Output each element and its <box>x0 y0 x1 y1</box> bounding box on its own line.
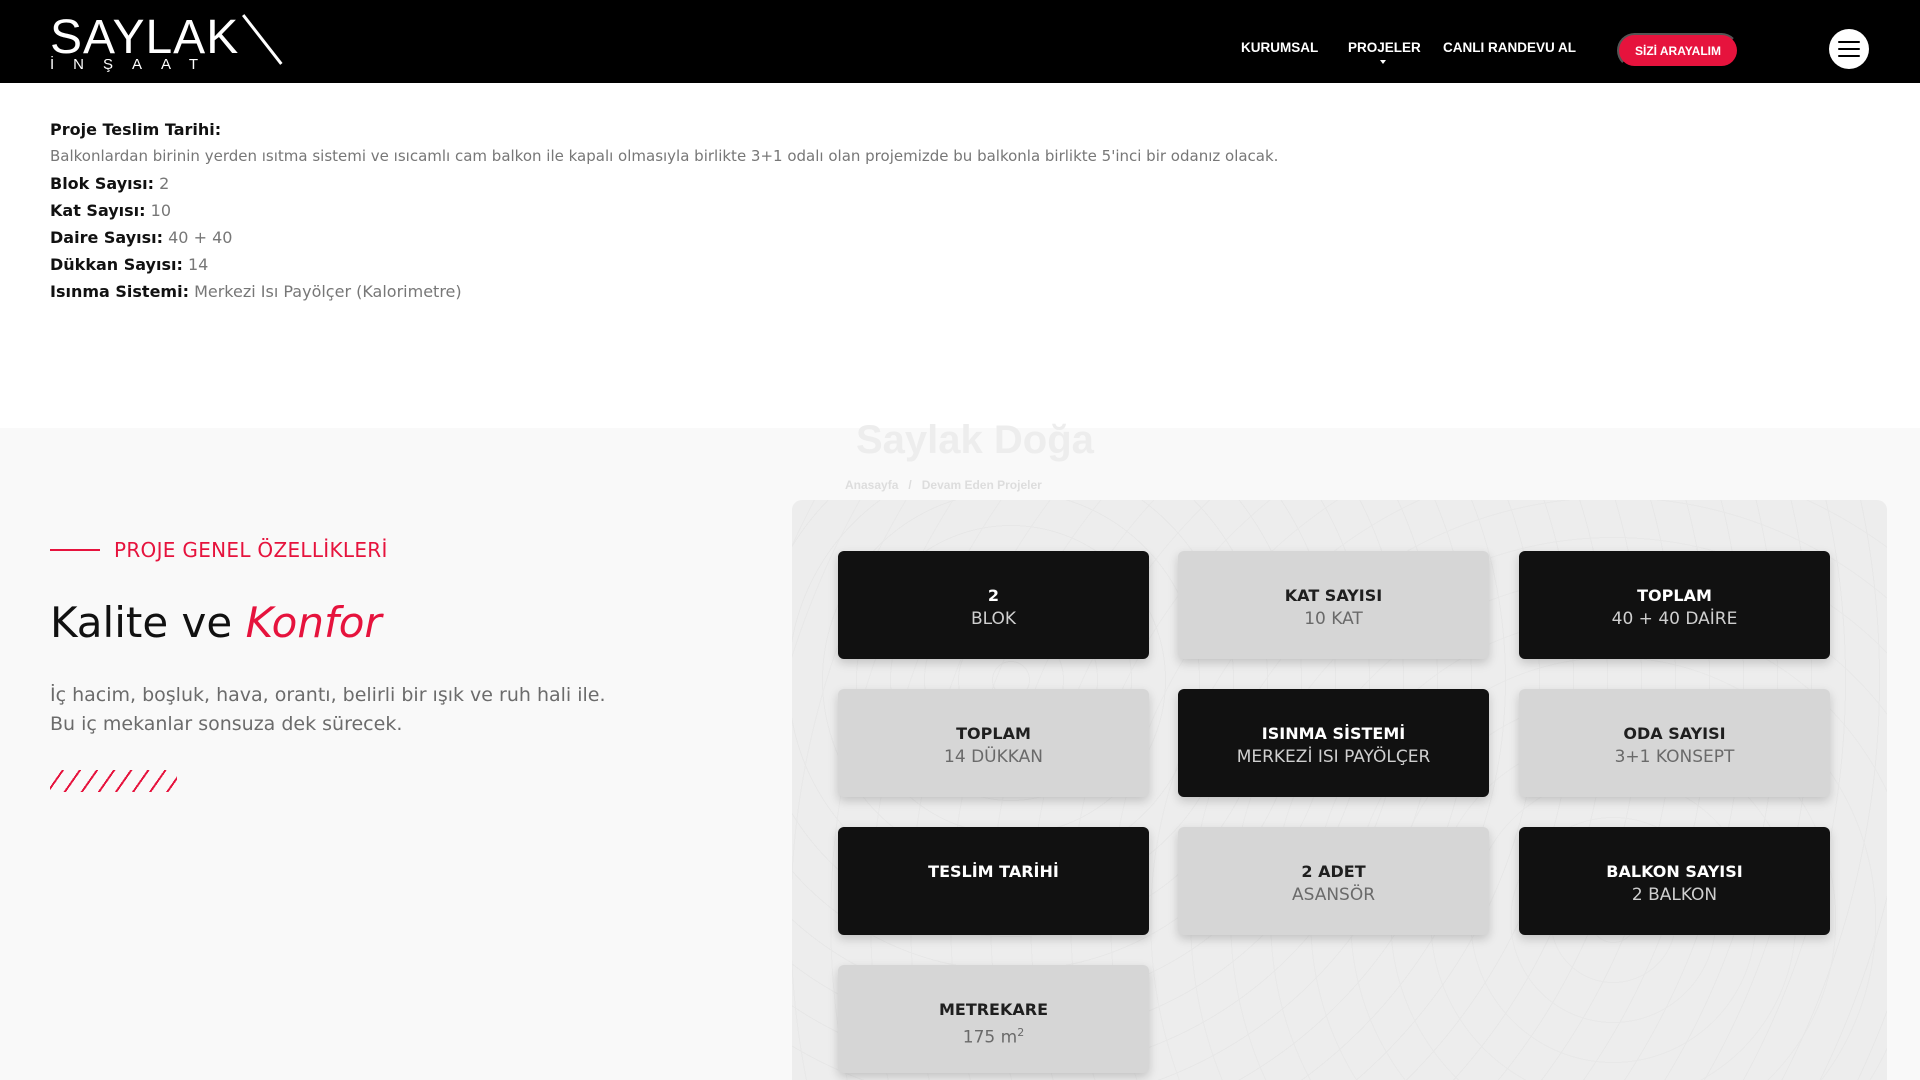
info-label: Blok Sayısı: <box>50 174 155 193</box>
info-label: Kat Sayısı: <box>50 201 146 220</box>
card-subtitle: ASANSÖR <box>1291 885 1376 905</box>
feature-card-floors: KAT SAYISI 10 KAT <box>1178 551 1489 659</box>
eyebrow-text: PROJE GENEL ÖZELLİKLERİ <box>114 538 388 562</box>
info-apartment-count: Daire Sayısı: 40 + 40 <box>50 224 1450 251</box>
info-value: 2 <box>159 174 170 193</box>
card-subtitle: 2 BALKON <box>1631 885 1718 905</box>
card-title: ODA SAYISI <box>1623 724 1726 743</box>
nav-kurumsal[interactable]: KURUMSAL <box>1241 40 1318 55</box>
feature-card-shops: TOPLAM 14 DÜKKAN <box>838 689 1149 797</box>
ghost-page-title: Saylak Doğa <box>856 418 1094 462</box>
decorative-stripes <box>50 770 177 792</box>
feature-card-apartments: TOPLAM 40 + 40 DAİRE <box>1519 551 1830 659</box>
card-title: TESLİM TARİHİ <box>928 862 1059 881</box>
info-block-count: Blok Sayısı: 2 <box>50 170 1450 197</box>
card-subtitle: 10 KAT <box>1304 609 1363 629</box>
section-lead: İç hacim, boşluk, hava, orantı, belirli … <box>50 684 606 735</box>
card-subtitle: 40 + 40 DAİRE <box>1611 609 1738 629</box>
card-title: ISINMA SİSTEMİ <box>1261 724 1406 743</box>
breadcrumb-separator: / <box>908 478 912 492</box>
logo-subtitle: İNŞAAT <box>50 56 218 73</box>
info-value: 10 <box>150 201 172 220</box>
menu-line <box>1838 55 1860 57</box>
headline-plain: Kalite ve <box>50 598 233 647</box>
eyebrow-line <box>50 549 100 551</box>
feature-card-rooms: ODA SAYISI 3+1 KONSEPT <box>1519 689 1830 797</box>
card-title: 2 ADET <box>1301 862 1366 881</box>
features-panel: 2 BLOK KAT SAYISI 10 KAT TOPLAM 40 + 40 … <box>792 500 1887 1080</box>
menu-line <box>1838 48 1860 50</box>
feature-card-block: 2 BLOK <box>838 551 1149 659</box>
caret-down-icon <box>1380 60 1386 64</box>
card-title: METREKARE <box>938 1000 1049 1019</box>
info-label: Dükkan Sayısı: <box>50 255 183 274</box>
headline-accent: Konfor <box>245 598 382 647</box>
card-subtitle: MERKEZİ ISI PAYÖLÇER <box>1236 747 1431 767</box>
site-header: SAYLAK İNŞAAT KURUMSAL PROJELER CANLI RA… <box>0 0 1920 83</box>
card-subtitle: BLOK <box>970 609 1017 629</box>
call-me-button[interactable]: SİZİ ARAYALIM <box>1617 33 1739 68</box>
logo-slash-mark <box>242 14 283 65</box>
breadcrumb-current: Devam Eden Projeler <box>921 478 1042 492</box>
info-value: 40 + 40 <box>168 228 233 247</box>
info-value: 14 <box>187 255 209 274</box>
card-title: TOPLAM <box>956 724 1031 743</box>
info-delivery-date: Proje Teslim Tarihi: <box>50 116 1450 143</box>
info-label: Daire Sayısı: <box>50 228 164 247</box>
nav-projeler[interactable]: PROJELER <box>1348 40 1421 55</box>
feature-card-area: METREKARE 175 m2 <box>838 965 1149 1073</box>
feature-card-balcony: BALKON SAYISI 2 BALKON <box>1519 827 1830 935</box>
card-title: BALKON SAYISI <box>1606 862 1743 881</box>
section-headline: Kalite ve Konfor <box>50 598 382 647</box>
project-info: Proje Teslim Tarihi: Balkonlardan birini… <box>50 116 1450 305</box>
feature-card-delivery: TESLİM TARİHİ <box>838 827 1149 935</box>
card-title: 2 <box>987 586 1000 605</box>
info-label: Isınma Sistemi: <box>50 282 189 301</box>
section-eyebrow: PROJE GENEL ÖZELLİKLERİ <box>50 538 388 562</box>
card-title: KAT SAYISI <box>1284 586 1383 605</box>
card-subtitle-text: 175 m <box>962 1027 1018 1048</box>
card-title: TOPLAM <box>1637 586 1712 605</box>
info-heating-system: Isınma Sistemi: Merkezi Isı Payölçer (Ka… <box>50 278 1450 305</box>
info-description: Balkonlardan birinin yerden ısıtma siste… <box>50 147 1279 165</box>
hamburger-icon[interactable] <box>1829 29 1869 69</box>
saylak-logo[interactable]: SAYLAK İNŞAAT <box>50 12 283 74</box>
info-label: Proje Teslim Tarihi: <box>50 120 222 139</box>
info-floor-count: Kat Sayısı: 10 <box>50 197 1450 224</box>
feature-card-elevator: 2 ADET ASANSÖR <box>1178 827 1489 935</box>
menu-line <box>1838 41 1860 43</box>
info-value: Merkezi Isı Payölçer (Kalorimetre) <box>194 282 462 301</box>
card-subtitle-sup: 2 <box>1017 1026 1025 1039</box>
card-subtitle: 175 m2 <box>963 1021 1024 1050</box>
nav-canli-randevu[interactable]: CANLI RANDEVU AL <box>1443 40 1576 55</box>
card-subtitle: 3+1 KONSEPT <box>1614 747 1735 767</box>
card-subtitle: 14 DÜKKAN <box>944 747 1043 767</box>
info-shop-count: Dükkan Sayısı: 14 <box>50 251 1450 278</box>
breadcrumb-home[interactable]: Anasayfa <box>845 478 898 492</box>
feature-card-heating: ISINMA SİSTEMİ MERKEZİ ISI PAYÖLÇER <box>1178 689 1489 797</box>
ghost-breadcrumb: Anasayfa / Devam Eden Projeler <box>845 478 1042 492</box>
